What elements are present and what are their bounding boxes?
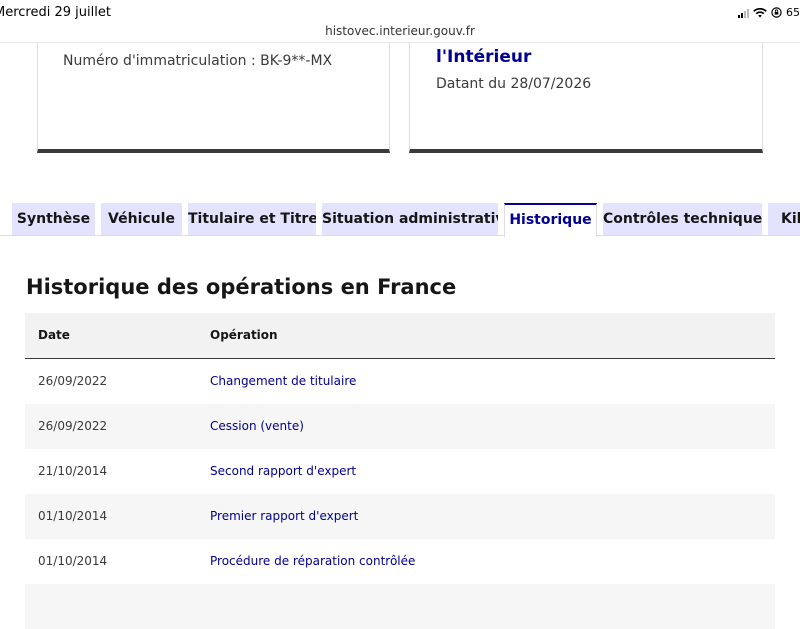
history-table: Date Opération 26/09/2022 Changement de … xyxy=(25,313,775,629)
row-operation-link[interactable]: Procédure de réparation contrôlée xyxy=(210,539,415,584)
registration-number: Numéro d'immatriculation : BK-9**-MX xyxy=(63,53,333,69)
row-operation-link[interactable]: Premier rapport d'expert xyxy=(210,494,358,539)
tab-titulaire[interactable]: Titulaire et Titre xyxy=(188,203,316,236)
row-date: 21/10/2014 xyxy=(38,464,108,478)
column-header-operation: Opération xyxy=(210,328,278,342)
wifi-icon xyxy=(753,7,767,17)
orientation-lock-icon xyxy=(771,7,782,18)
report-date: Datant du 28/07/2026 xyxy=(436,76,592,92)
column-header-date: Date xyxy=(38,328,70,342)
row-operation-link[interactable]: Changement de titulaire xyxy=(210,359,356,404)
ministry-link[interactable]: l'Intérieur xyxy=(436,47,531,67)
table-row: 01/10/2014 Premier rapport d'expert xyxy=(25,494,775,539)
status-icons: 65 xyxy=(738,6,800,19)
tab-controles-techniques[interactable]: Contrôles techniques xyxy=(603,203,762,236)
status-bar: Mercredi 29 juillet 65 xyxy=(0,0,800,24)
signal-icon xyxy=(738,8,749,18)
row-date: 26/09/2022 xyxy=(38,419,108,433)
row-operation-link[interactable]: Cession (vente) xyxy=(210,404,304,449)
tab-kilometrage[interactable]: Kilo xyxy=(768,203,800,236)
table-row: 26/09/2022 Cession (vente) xyxy=(25,404,775,449)
status-date: Mercredi 29 juillet xyxy=(0,5,111,20)
tab-divider xyxy=(0,235,800,236)
table-row: 01/10/2014 Procédure de réparation contr… xyxy=(25,539,775,584)
registration-card: Numéro d'immatriculation : BK-9**-MX xyxy=(37,43,390,153)
ministry-card: l'Intérieur Datant du 28/07/2026 xyxy=(409,43,763,153)
tab-vehicule[interactable]: Véhicule xyxy=(101,203,182,236)
browser-address[interactable]: histovec.interieur.gouv.fr xyxy=(0,24,800,38)
row-date: 01/10/2014 xyxy=(38,509,108,523)
tab-historique[interactable]: Historique xyxy=(504,203,597,237)
tab-situation-administrative[interactable]: Situation administrative xyxy=(322,203,498,236)
table-row: 26/09/2022 Changement de titulaire xyxy=(25,359,775,404)
tab-synthese[interactable]: Synthèse xyxy=(12,203,95,236)
table-row xyxy=(25,584,775,629)
row-date: 26/09/2022 xyxy=(38,374,108,388)
row-date: 01/10/2014 xyxy=(38,554,108,568)
history-title: Historique des opérations en France xyxy=(26,275,457,299)
tab-bar: Synthèse Véhicule Titulaire et Titre Sit… xyxy=(0,203,800,237)
row-operation-link[interactable]: Second rapport d'expert xyxy=(210,449,356,494)
table-header: Date Opération xyxy=(25,313,775,359)
table-row: 21/10/2014 Second rapport d'expert xyxy=(25,449,775,494)
battery-percent: 65 xyxy=(786,6,800,19)
